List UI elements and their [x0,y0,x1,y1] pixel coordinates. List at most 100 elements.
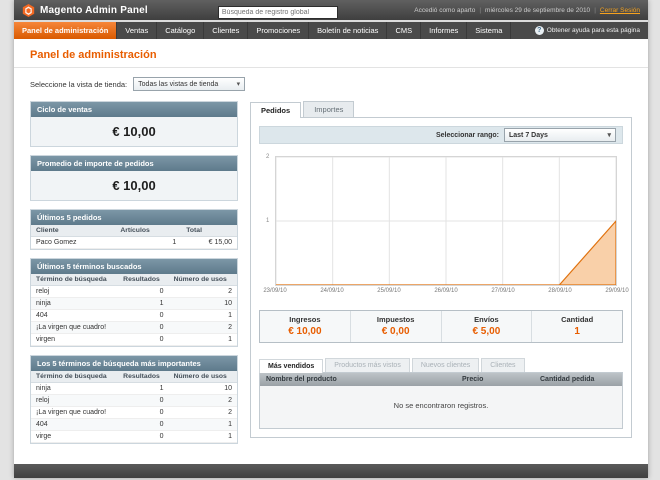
nav-item-promotions[interactable]: Promociones [248,22,310,39]
tab-customers[interactable]: Clientes [481,358,525,372]
page-help-label: Obtener ayuda para esta página [546,27,640,34]
tab-most-viewed[interactable]: Productos más vistos [325,358,410,372]
search-uses: 1 [168,333,237,346]
range-select[interactable]: Last 7 Days [504,128,616,142]
empty-table-message: No se encontraron registros. [260,386,622,428]
help-icon [534,26,544,35]
table-row: 404 0 1 [31,418,237,431]
total-value: € 5,00 [472,326,501,337]
products-table-header: Nombre del producto Precio Cantidad pedi… [260,373,622,386]
search-uses: 10 [168,382,237,395]
col-header-term: Término de búsqueda [31,274,119,286]
total-revenue: Ingresos € 10,00 [260,311,351,342]
tab-amounts[interactable]: Importes [303,101,355,117]
search-term: reloj [31,394,119,407]
col-header-customer: Cliente [31,225,116,237]
store-view-row: Seleccione la vista de tienda: Todas las… [30,77,632,91]
nav-item-cms[interactable]: CMS [387,22,422,39]
last-search-title: Últimos 5 términos buscados [31,259,237,274]
total-label: Impuestos [376,315,415,324]
lifetime-sales-card: Ciclo de ventas € 10,00 [30,101,238,147]
col-header-uses: Número de usos [168,371,237,383]
top-search-title: Los 5 términos de búsqueda más important… [31,356,237,371]
search-results: 1 [118,382,169,395]
nav-item-reports[interactable]: Informes [421,22,468,39]
table-row: virge 0 1 [31,430,237,443]
tab-new-customers[interactable]: Nuevos clientes [411,358,480,372]
search-results: 0 [118,321,169,334]
x-axis-tick: 27/09/10 [491,288,515,294]
products-table: Nombre del producto Precio Cantidad pedi… [259,373,623,429]
total-label: Cantidad [561,315,594,324]
last-orders-title: Últimos 5 pedidos [31,210,237,225]
nav-item-catalog[interactable]: Catálogo [157,22,205,39]
logged-in-as: Accedió como aparto [414,7,485,14]
tab-orders[interactable]: Pedidos [250,102,302,118]
x-axis-labels: 23/09/10 24/09/10 25/09/10 26/09/10 27/0… [263,288,628,297]
total-shipping: Envíos € 5,00 [442,311,533,342]
nav-item-sales[interactable]: Ventas [117,22,158,39]
global-search-input[interactable] [217,6,338,19]
footer-bar [14,464,648,478]
search-results: 0 [118,406,169,419]
search-uses: 2 [168,394,237,407]
search-term: 404 [31,418,119,431]
total-value: € 10,00 [288,326,322,337]
area-chart-svg [276,157,616,285]
top-header: Magento Admin Panel Accedió como aparto … [14,0,648,22]
logout-link[interactable]: Cerrar Sesión [600,7,640,14]
products-tabs: Más vendidos Productos más vistos Nuevos… [259,358,623,373]
search-term: ¡La virgen que cuadro! [31,406,119,419]
tab-bestsellers[interactable]: Más vendidos [259,359,324,373]
search-results: 0 [118,285,169,298]
search-term: 404 [31,309,119,322]
total-quantity: Cantidad 1 [532,311,622,342]
x-axis-tick: 23/09/10 [263,288,287,294]
orders-chart: 2 1 23/09/10 24/09/10 25/09/10 26/09/10 … [263,154,628,297]
table-row: ninja 1 10 [31,297,237,310]
search-uses: 2 [168,285,237,298]
search-results: 0 [118,309,169,322]
total-tax: Impuestos € 0,00 [351,311,442,342]
search-results: 0 [118,394,169,407]
x-axis-tick: 26/09/10 [434,288,458,294]
brand: Magento Admin Panel [22,3,148,17]
search-results: 1 [118,297,169,310]
x-axis-tick: 29/09/10 [605,288,629,294]
chart-tabs: Pedidos Importes [250,101,632,118]
search-term: ¡La virgen que cuadro! [31,321,119,334]
table-row: ninja 1 10 [31,382,237,395]
page-help-link[interactable]: Obtener ayuda para esta página [527,22,648,39]
store-view-label: Seleccione la vista de tienda: [30,79,128,89]
global-search [217,1,338,19]
title-divider [14,67,648,68]
dashboard-left-column: Ciclo de ventas € 10,00 Promedio de impo… [30,101,238,444]
order-total: € 15,00 [181,236,237,249]
last-search-card: Últimos 5 términos buscados Término de b… [30,258,238,347]
x-axis-tick: 25/09/10 [377,288,401,294]
table-row: ¡La virgen que cuadro! 0 2 [31,406,237,419]
y-axis-tick: 1 [266,218,270,224]
order-customer: Paco Gomez [31,236,116,249]
search-uses: 1 [168,418,237,431]
table-row: virgen 0 1 [31,333,237,346]
table-row: ¡La virgen que cuadro! 0 2 [31,321,237,334]
total-label: Ingresos [289,315,321,324]
table-row: Paco Gomez 1 € 15,00 [31,236,237,249]
nav-item-system[interactable]: Sistema [467,22,512,39]
search-term: reloj [31,285,119,298]
nav-item-newsletter[interactable]: Boletín de noticias [309,22,388,39]
magento-logo-icon [22,3,35,17]
store-view-select[interactable]: Todas las vistas de tienda [133,77,246,91]
total-value: € 0,00 [381,326,410,337]
table-row: reloj 0 2 [31,394,237,407]
col-header-qty: Cantidad pedida [540,376,595,383]
nav-item-dashboard[interactable]: Panel de administración [14,22,118,39]
col-header-items: Artículos [115,225,182,237]
admin-page: Magento Admin Panel Accedió como aparto … [14,0,648,478]
col-header-product-name: Nombre del producto [266,376,337,383]
nav-item-customers[interactable]: Clientes [204,22,249,39]
range-label: Seleccionar rango: [435,131,499,139]
col-header-uses: Número de usos [168,274,237,286]
chart-panel: Seleccionar rango: Last 7 Days 2 1 23/09… [250,118,632,438]
